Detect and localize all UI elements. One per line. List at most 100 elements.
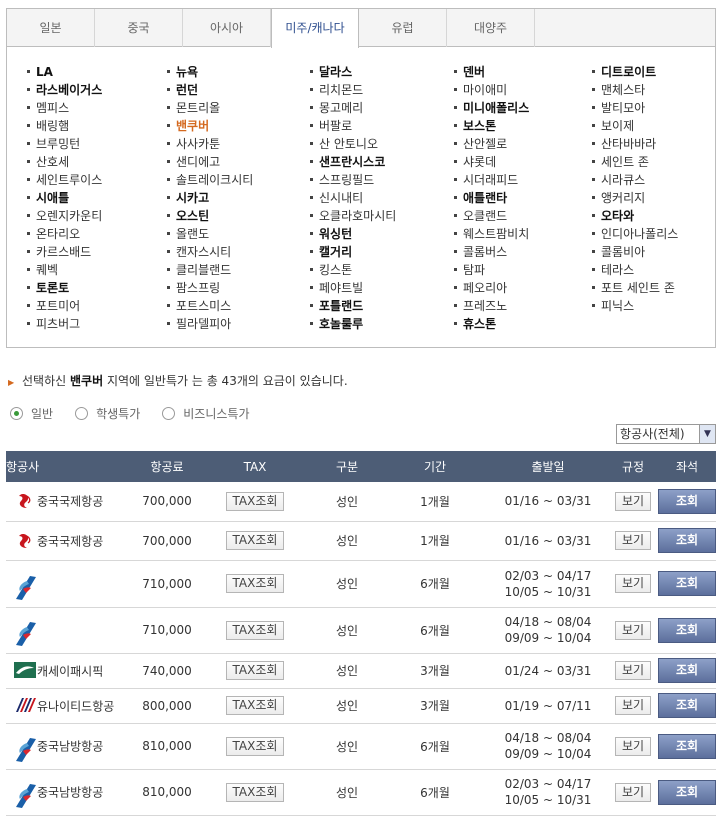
city-link[interactable]: 오타와 [592, 207, 718, 225]
city-link[interactable]: 미니애폴리스 [454, 99, 594, 117]
airline-filter-select[interactable]: 항공사(전체) ▼ [616, 424, 716, 444]
city-link[interactable]: 산 안토니오 [310, 135, 450, 153]
tax-lookup-button[interactable]: TAX조회 [225, 736, 285, 756]
city-link[interactable]: 세인트 존 [592, 153, 718, 171]
city-link[interactable]: 포트 세인트 존 [592, 279, 718, 297]
fare-type-radio[interactable]: 일반 [10, 405, 53, 422]
view-rule-button[interactable]: 보기 [614, 574, 652, 593]
city-link[interactable]: 토론토 [27, 279, 167, 297]
city-link[interactable]: 페오리아 [454, 279, 594, 297]
city-link[interactable]: 몬트리올 [167, 99, 307, 117]
tax-lookup-button[interactable]: TAX조회 [225, 661, 285, 680]
city-link[interactable]: 피츠버그 [27, 315, 167, 333]
city-link[interactable]: 시라큐스 [592, 171, 718, 189]
city-link[interactable]: 올랜도 [167, 225, 307, 243]
city-link[interactable]: 브루밍턴 [27, 135, 167, 153]
seat-lookup-button[interactable]: 조회 [658, 528, 716, 553]
city-link[interactable]: 웨스트팜비치 [454, 225, 594, 243]
city-link[interactable]: 앵커리지 [592, 189, 718, 207]
tab-region[interactable]: 유럽 [359, 9, 447, 47]
radio-button-icon[interactable] [75, 407, 89, 420]
city-link[interactable]: 보이제 [592, 117, 718, 135]
city-link[interactable]: 멤피스 [27, 99, 167, 117]
city-link[interactable]: 시애틀 [27, 189, 167, 207]
chevron-down-icon[interactable]: ▼ [699, 425, 715, 443]
tax-lookup-button[interactable]: TAX조회 [225, 531, 285, 550]
city-link[interactable]: 오렌지카운티 [27, 207, 167, 225]
city-link[interactable]: 사사카툰 [167, 135, 307, 153]
city-link[interactable]: 샌디에고 [167, 153, 307, 171]
city-link[interactable]: 클리블랜드 [167, 261, 307, 279]
tab-region[interactable]: 중국 [95, 9, 183, 47]
city-link[interactable]: 세인트루이스 [27, 171, 167, 189]
city-link[interactable]: 솔트레이크시티 [167, 171, 307, 189]
city-link[interactable]: 콜롬비아 [592, 243, 718, 261]
city-link[interactable]: 온타리오 [27, 225, 167, 243]
city-link[interactable]: 캔자스시티 [167, 243, 307, 261]
tax-lookup-button[interactable]: TAX조회 [225, 696, 285, 715]
view-rule-button[interactable]: 보기 [614, 491, 652, 511]
city-link[interactable]: 프레즈노 [454, 297, 594, 315]
view-rule-button[interactable]: 보기 [614, 531, 652, 550]
city-link[interactable]: 인디아나폴리스 [592, 225, 718, 243]
city-link[interactable]: 달라스 [310, 63, 450, 81]
tax-lookup-button[interactable]: TAX조회 [225, 491, 285, 511]
city-link[interactable]: 피닉스 [592, 297, 718, 315]
fare-type-radio[interactable]: 학생특가 [75, 405, 140, 422]
view-rule-button[interactable]: 보기 [614, 620, 652, 640]
city-link[interactable]: 호놀룰루 [310, 315, 450, 333]
city-link[interactable]: 포트미어 [27, 297, 167, 315]
city-link[interactable]: 샌프란시스코 [310, 153, 450, 171]
city-link[interactable]: 산안젤로 [454, 135, 594, 153]
seat-lookup-button[interactable]: 조회 [658, 733, 716, 759]
seat-lookup-button[interactable]: 조회 [658, 488, 716, 514]
view-rule-button[interactable]: 보기 [614, 736, 652, 756]
seat-lookup-button[interactable]: 조회 [658, 658, 716, 683]
city-link[interactable]: 테라스 [592, 261, 718, 279]
city-link[interactable]: 스프링필드 [310, 171, 450, 189]
fare-type-radio[interactable]: 비즈니스특가 [162, 405, 250, 422]
city-link[interactable]: 휴스톤 [454, 315, 594, 333]
city-link[interactable]: 퀘벡 [27, 261, 167, 279]
city-link[interactable]: 보스톤 [454, 117, 594, 135]
city-link[interactable]: 콜롬버스 [454, 243, 594, 261]
tab-region[interactable]: 대양주 [447, 9, 535, 47]
city-link[interactable]: 라스베이거스 [27, 81, 167, 99]
city-link[interactable]: 덴버 [454, 63, 594, 81]
city-link[interactable]: 산호세 [27, 153, 167, 171]
city-link[interactable]: 킹스톤 [310, 261, 450, 279]
city-link[interactable]: 몽고메리 [310, 99, 450, 117]
city-link[interactable]: 포트스미스 [167, 297, 307, 315]
city-link[interactable]: 시카고 [167, 189, 307, 207]
city-link[interactable]: 오스틴 [167, 207, 307, 225]
city-link[interactable]: 워싱턴 [310, 225, 450, 243]
city-link[interactable]: 페야트빌 [310, 279, 450, 297]
tax-lookup-button[interactable]: TAX조회 [225, 620, 285, 640]
city-link[interactable]: 마이애미 [454, 81, 594, 99]
city-link[interactable]: 카르스배드 [27, 243, 167, 261]
city-link[interactable]: 캘거리 [310, 243, 450, 261]
city-link[interactable]: 런던 [167, 81, 307, 99]
city-link[interactable]: LA [27, 63, 167, 81]
city-link[interactable]: 필라델피아 [167, 315, 307, 333]
tax-lookup-button[interactable]: TAX조회 [225, 782, 285, 802]
seat-lookup-button[interactable]: 조회 [658, 779, 716, 805]
city-link[interactable]: 배링햄 [27, 117, 167, 135]
tab-region[interactable]: 일본 [7, 9, 95, 47]
view-rule-button[interactable]: 보기 [614, 782, 652, 802]
city-link[interactable]: 팜스프링 [167, 279, 307, 297]
radio-button-icon[interactable] [10, 407, 23, 420]
city-link[interactable]: 산타바바라 [592, 135, 718, 153]
city-link[interactable]: 포틀랜드 [310, 297, 450, 315]
city-link[interactable]: 신시내티 [310, 189, 450, 207]
city-link[interactable]: 탐파 [454, 261, 594, 279]
radio-button-icon[interactable] [162, 407, 176, 420]
city-link[interactable]: 오클랜드 [454, 207, 594, 225]
city-link[interactable]: 애틀랜타 [454, 189, 594, 207]
seat-lookup-button[interactable]: 조회 [658, 693, 716, 718]
city-link[interactable]: 뉴욕 [167, 63, 307, 81]
seat-lookup-button[interactable]: 조회 [658, 571, 716, 596]
city-link[interactable]: 버팔로 [310, 117, 450, 135]
city-link[interactable]: 디트로이트 [592, 63, 718, 81]
city-link[interactable]: 발티모아 [592, 99, 718, 117]
